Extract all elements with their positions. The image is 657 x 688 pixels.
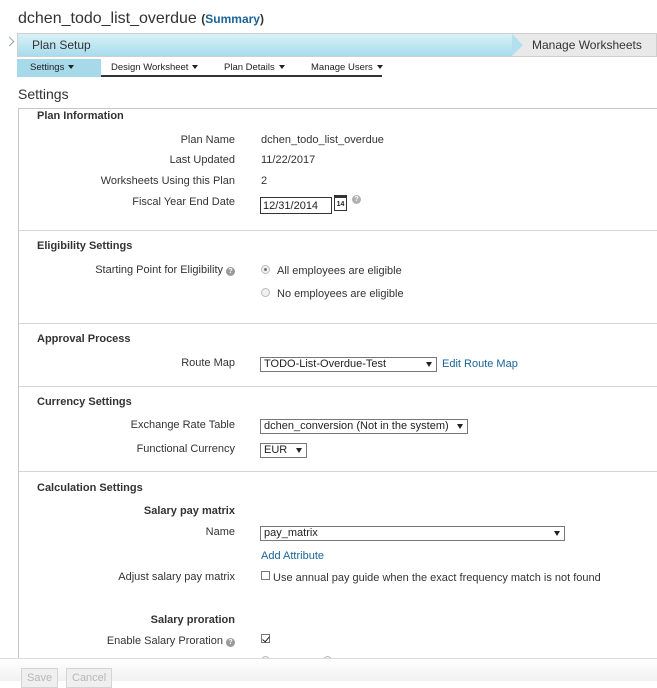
chevron-down-icon <box>192 65 199 69</box>
plan-name-label: Plan Name <box>180 134 235 146</box>
summary-link[interactable]: Summary <box>205 12 260 26</box>
fiscal-year-end-input[interactable] <box>260 197 332 214</box>
summary-close: ) <box>259 12 264 26</box>
enable-salary-proration-checkbox[interactable] <box>261 634 270 643</box>
chevron-down-icon <box>68 65 75 69</box>
worksheets-using-value: 2 <box>261 175 268 187</box>
route-map-select[interactable]: TODO-List-Overdue-Test <box>260 357 437 372</box>
plan-name-title: dchen_todo_list_overdue <box>18 10 197 27</box>
worksheets-using-label: Worksheets Using this Plan <box>100 175 235 187</box>
approval-process-title: Approval Process <box>37 333 131 345</box>
plan-information-title: Plan Information <box>37 110 124 122</box>
chevron-down-icon <box>376 65 383 69</box>
chevron-down-icon <box>426 362 432 367</box>
section-divider <box>19 230 657 231</box>
help-icon[interactable]: ? <box>226 638 235 647</box>
edit-route-map-link[interactable]: Edit Route Map <box>442 358 518 370</box>
sub-navigation: Settings Design Worksheet Plan Details M… <box>17 59 383 77</box>
wizard-step-arrow-icon <box>512 34 523 56</box>
save-button[interactable]: Save <box>21 668 59 688</box>
subnav-manage-users-label: Manage Users <box>311 62 373 73</box>
calculation-settings-title: Calculation Settings <box>37 482 143 494</box>
subnav-plan-details-label: Plan Details <box>224 62 275 73</box>
pay-matrix-name-select[interactable]: pay_matrix <box>260 526 565 541</box>
section-divider <box>19 323 657 324</box>
plan-name-value: dchen_todo_list_overdue <box>261 134 384 146</box>
section-divider <box>19 386 657 387</box>
pay-matrix-name-selected: pay_matrix <box>264 527 318 539</box>
subnav-design-worksheet[interactable]: Design Worksheet <box>111 59 199 77</box>
last-updated-value: 11/22/2017 <box>261 154 316 166</box>
exchange-rate-table-label: Exchange Rate Table <box>130 419 235 431</box>
exchange-rate-table-select[interactable]: dchen_conversion (Not in the system) <box>260 419 468 434</box>
route-map-selected: TODO-List-Overdue-Test <box>264 358 387 370</box>
radio-all-eligible-label: All employees are eligible <box>277 265 402 277</box>
functional-currency-label: Functional Currency <box>136 443 235 455</box>
enable-salary-proration-text: Enable Salary Proration <box>106 635 223 647</box>
chevron-down-icon <box>296 448 302 453</box>
wizard-step-plan-setup[interactable]: Plan Setup <box>18 34 512 56</box>
subnav-settings[interactable]: Settings <box>17 59 101 77</box>
fiscal-year-end-label: Fiscal Year End Date <box>132 196 235 208</box>
add-attribute-link[interactable]: Add Attribute <box>261 550 324 562</box>
chevron-down-icon <box>457 424 463 429</box>
eligibility-starting-point-text: Starting Point for Eligibility <box>95 264 223 276</box>
salary-pay-matrix-heading: Salary pay matrix <box>143 505 235 517</box>
functional-currency-select[interactable]: EUR <box>260 443 307 458</box>
wizard-step-manage-worksheets[interactable]: Manage Worksheets <box>532 34 642 56</box>
section-divider <box>19 471 657 472</box>
eligibility-settings-title: Eligibility Settings <box>37 240 133 252</box>
chevron-down-icon <box>554 531 560 536</box>
subnav-design-worksheet-label: Design Worksheet <box>111 62 189 73</box>
subnav-plan-details[interactable]: Plan Details <box>224 59 285 77</box>
settings-heading: Settings <box>18 86 69 102</box>
exchange-rate-table-selected: dchen_conversion (Not in the system) <box>264 420 449 432</box>
radio-none-eligible[interactable] <box>261 288 270 297</box>
cancel-button[interactable]: Cancel <box>66 668 113 688</box>
page-title: dchen_todo_list_overdue (Summary) <box>18 10 264 28</box>
currency-settings-title: Currency Settings <box>37 396 132 408</box>
annual-pay-guide-label: Use annual pay guide when the exact freq… <box>273 572 601 584</box>
pay-matrix-name-label: Name <box>205 526 235 538</box>
wizard-expand-icon[interactable] <box>4 36 15 47</box>
calendar-icon[interactable]: 14 <box>334 195 347 211</box>
annual-pay-guide-checkbox[interactable] <box>261 571 270 580</box>
action-footer: Save Cancel <box>0 658 657 688</box>
subnav-settings-label: Settings <box>30 62 65 73</box>
enable-salary-proration-label: Enable Salary Proration? <box>107 635 235 647</box>
functional-currency-selected: EUR <box>264 444 288 456</box>
chevron-down-icon <box>278 65 285 69</box>
settings-panel: Plan Information Plan Name dchen_todo_li… <box>18 108 657 658</box>
eligibility-starting-point-label: Starting Point for Eligibility? <box>95 264 235 276</box>
radio-none-eligible-label: No employees are eligible <box>277 288 404 300</box>
salary-proration-heading: Salary proration <box>150 614 235 626</box>
wizard-bar: Plan Setup Manage Worksheets <box>17 33 657 57</box>
radio-all-eligible[interactable] <box>261 265 270 274</box>
summary-wrapper: (Summary) <box>201 12 264 26</box>
help-icon[interactable]: ? <box>226 267 235 276</box>
last-updated-label: Last Updated <box>169 154 235 166</box>
subnav-manage-users[interactable]: Manage Users <box>311 59 383 77</box>
help-icon[interactable]: ? <box>352 195 361 204</box>
route-map-label: Route Map <box>181 357 235 369</box>
adjust-salary-pay-matrix-label: Adjust salary pay matrix <box>118 571 235 583</box>
